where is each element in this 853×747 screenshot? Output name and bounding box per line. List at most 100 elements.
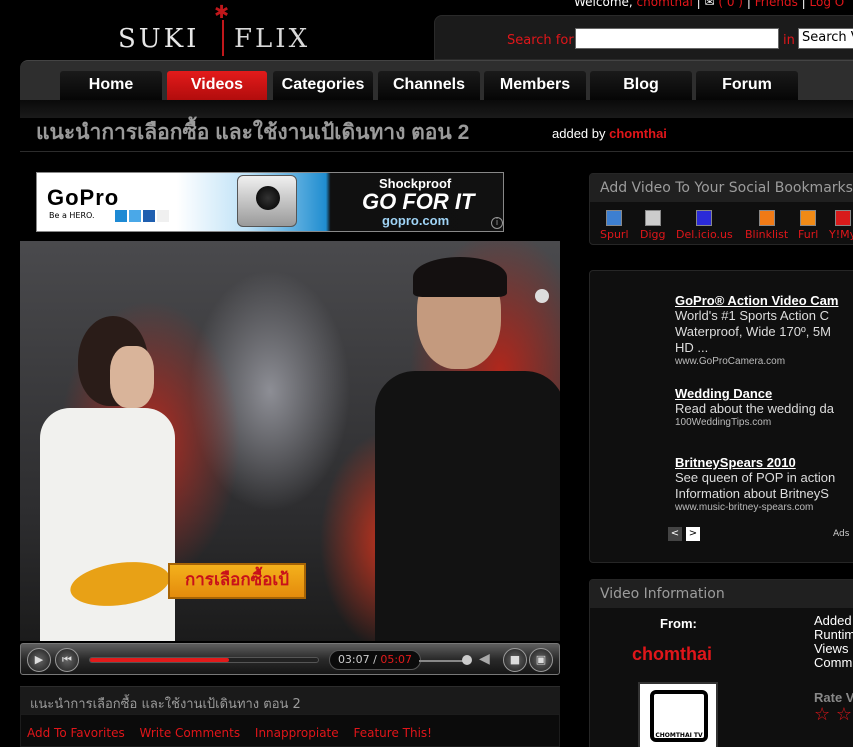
progress-bar[interactable] bbox=[89, 657, 319, 663]
added-by-label: added by bbox=[552, 126, 606, 141]
banner-ad[interactable]: GoPro Be a HERO. Shockproof GO FOR IT go… bbox=[36, 172, 504, 232]
bookmark-delicious[interactable]: Del.icio.us bbox=[676, 208, 733, 241]
text-ad-url[interactable]: 100WeddingTips.com bbox=[675, 417, 834, 428]
ad-square bbox=[143, 210, 155, 222]
page-title: แนะนำการเลือกซื้อ และใช้งานเป้เดินทาง ตอ… bbox=[36, 121, 470, 144]
messages-count[interactable]: ( 0 ) bbox=[718, 0, 743, 9]
welcome-label: Welcome, bbox=[574, 0, 633, 9]
bookmark-yahoo[interactable]: Y!My bbox=[829, 208, 853, 241]
nav-blog[interactable]: Blog bbox=[590, 71, 692, 101]
logout-link[interactable]: Log O bbox=[810, 0, 845, 9]
bookmark-label: Spurl bbox=[600, 228, 629, 241]
logo-suki: SUKI bbox=[118, 24, 200, 54]
speaker-icon[interactable]: ◀ bbox=[479, 651, 490, 667]
text-ad-desc: Information about BritneyS bbox=[675, 486, 829, 501]
feature-link[interactable]: Feature This! bbox=[353, 726, 432, 740]
text-ad[interactable]: Wedding Dance Read about the wedding da … bbox=[675, 386, 834, 428]
player-controls: ▶ ⏮ 03:07 / 05:07 ◀ ■ ▣ bbox=[20, 643, 560, 675]
meta-runtime: Runtim bbox=[814, 627, 853, 642]
video-actions: Add To Favorites Write Comments Innappro… bbox=[20, 714, 560, 747]
inappropriate-link[interactable]: Innappropiate bbox=[255, 726, 339, 740]
avatar-text: CHOMTHAI TV bbox=[655, 732, 703, 739]
play-icon[interactable]: ▶ bbox=[27, 648, 51, 672]
stop-icon[interactable]: ■ bbox=[503, 648, 527, 672]
nav-forum[interactable]: Forum bbox=[696, 71, 798, 101]
separator: | bbox=[746, 0, 755, 9]
rewind-icon[interactable]: ⏮ bbox=[55, 648, 79, 672]
camera-icon bbox=[237, 175, 297, 227]
text-ad-title[interactable]: GoPro® Action Video Cam bbox=[675, 293, 838, 308]
yahoo-icon bbox=[834, 210, 851, 226]
ads-prev-button[interactable]: < bbox=[668, 527, 682, 541]
text-ad-url[interactable]: www.GoProCamera.com bbox=[675, 356, 838, 367]
ad-info-icon[interactable]: i bbox=[491, 217, 503, 229]
furl-icon bbox=[800, 210, 817, 226]
video-info-heading: Video Information bbox=[590, 580, 853, 608]
current-time: 03:07 bbox=[337, 653, 370, 666]
bookmark-label: Y!My bbox=[829, 228, 853, 241]
ad-square bbox=[157, 210, 169, 222]
text-ads-panel: GoPro® Action Video Cam World's #1 Sport… bbox=[589, 270, 853, 563]
total-time: 05:07 bbox=[380, 653, 413, 666]
fullscreen-icon[interactable]: ▣ bbox=[529, 648, 553, 672]
search-input[interactable] bbox=[575, 28, 779, 49]
separator: | bbox=[801, 0, 810, 9]
blinklist-icon bbox=[758, 210, 775, 226]
search-scope-select[interactable]: Search Vi bbox=[798, 28, 853, 49]
progress-fill bbox=[90, 658, 230, 662]
divider bbox=[20, 151, 853, 152]
meta-added: Added bbox=[814, 613, 852, 628]
friends-link[interactable]: Friends bbox=[755, 0, 798, 9]
text-ad[interactable]: BritneySpears 2010 See queen of POP in a… bbox=[675, 455, 835, 513]
nav-videos[interactable]: Videos bbox=[167, 71, 267, 101]
ads-next-button[interactable]: > bbox=[686, 527, 700, 541]
added-by-user-link[interactable]: chomthai bbox=[609, 126, 667, 141]
text-ad-title[interactable]: BritneySpears 2010 bbox=[675, 455, 835, 470]
ad-square bbox=[115, 210, 127, 222]
add-favorites-link[interactable]: Add To Favorites bbox=[27, 726, 125, 740]
welcome-bar: Welcome, chomthai | ✉ ( 0 ) | Friends | … bbox=[574, 0, 844, 9]
nav-categories[interactable]: Categories bbox=[273, 71, 373, 101]
bookmark-digg[interactable]: Digg bbox=[640, 208, 666, 241]
search-in-label: in bbox=[783, 33, 795, 48]
bookmark-label: Del.icio.us bbox=[676, 228, 733, 241]
ad-url: gopro.com bbox=[382, 213, 450, 228]
username-link[interactable]: chomthai bbox=[637, 0, 693, 9]
bookmark-label: Digg bbox=[640, 228, 666, 241]
nav-home[interactable]: Home bbox=[60, 71, 162, 101]
time-separator: / bbox=[369, 653, 381, 666]
text-ad[interactable]: GoPro® Action Video Cam World's #1 Sport… bbox=[675, 293, 838, 367]
time-display: 03:07 / 05:07 bbox=[329, 650, 421, 670]
write-comments-link[interactable]: Write Comments bbox=[140, 726, 241, 740]
text-ad-title[interactable]: Wedding Dance bbox=[675, 386, 834, 401]
added-by: added by chomthai bbox=[552, 126, 667, 141]
text-ad-desc: See queen of POP in action bbox=[675, 470, 836, 485]
bookmark-label: Blinklist bbox=[745, 228, 789, 241]
bookmarks-heading: Add Video To Your Social Bookmarks bbox=[590, 174, 853, 202]
ad-square bbox=[129, 210, 141, 222]
ad-tagline: Be a HERO. bbox=[49, 211, 95, 220]
ads-by-label[interactable]: Ads bbox=[833, 529, 849, 539]
ad-brand: GoPro bbox=[47, 185, 120, 210]
bookmark-furl[interactable]: Furl bbox=[798, 208, 818, 241]
delicious-icon bbox=[696, 210, 713, 226]
main-nav: Home Videos Categories Channels Members … bbox=[20, 60, 853, 104]
site-logo[interactable]: ✱ SUKI FLIX bbox=[118, 0, 338, 56]
volume-knob[interactable] bbox=[462, 655, 472, 665]
avatar[interactable]: CHOMTHAI TV bbox=[638, 682, 718, 747]
video-frame[interactable]: การเลือกซื้อเป้ bbox=[20, 241, 560, 641]
meta-comments: Comm bbox=[814, 655, 853, 670]
meta-views: Views bbox=[814, 641, 849, 656]
rating-stars[interactable]: ☆ ☆ bbox=[814, 704, 852, 725]
nav-channels[interactable]: Channels bbox=[378, 71, 480, 101]
nav-members[interactable]: Members bbox=[484, 71, 586, 101]
bookmark-blinklist[interactable]: Blinklist bbox=[745, 208, 788, 241]
bookmark-label: Furl bbox=[798, 228, 819, 241]
video-person-right bbox=[375, 257, 560, 641]
bookmarks-panel: Add Video To Your Social Bookmarks Spurl… bbox=[589, 173, 853, 245]
mail-icon[interactable]: ✉ bbox=[704, 0, 714, 9]
uploader-link[interactable]: chomthai bbox=[632, 644, 712, 665]
rate-label: Rate V bbox=[814, 690, 853, 705]
text-ad-url[interactable]: www.music-britney-spears.com bbox=[675, 502, 835, 513]
bookmark-spurl[interactable]: Spurl bbox=[600, 208, 629, 241]
